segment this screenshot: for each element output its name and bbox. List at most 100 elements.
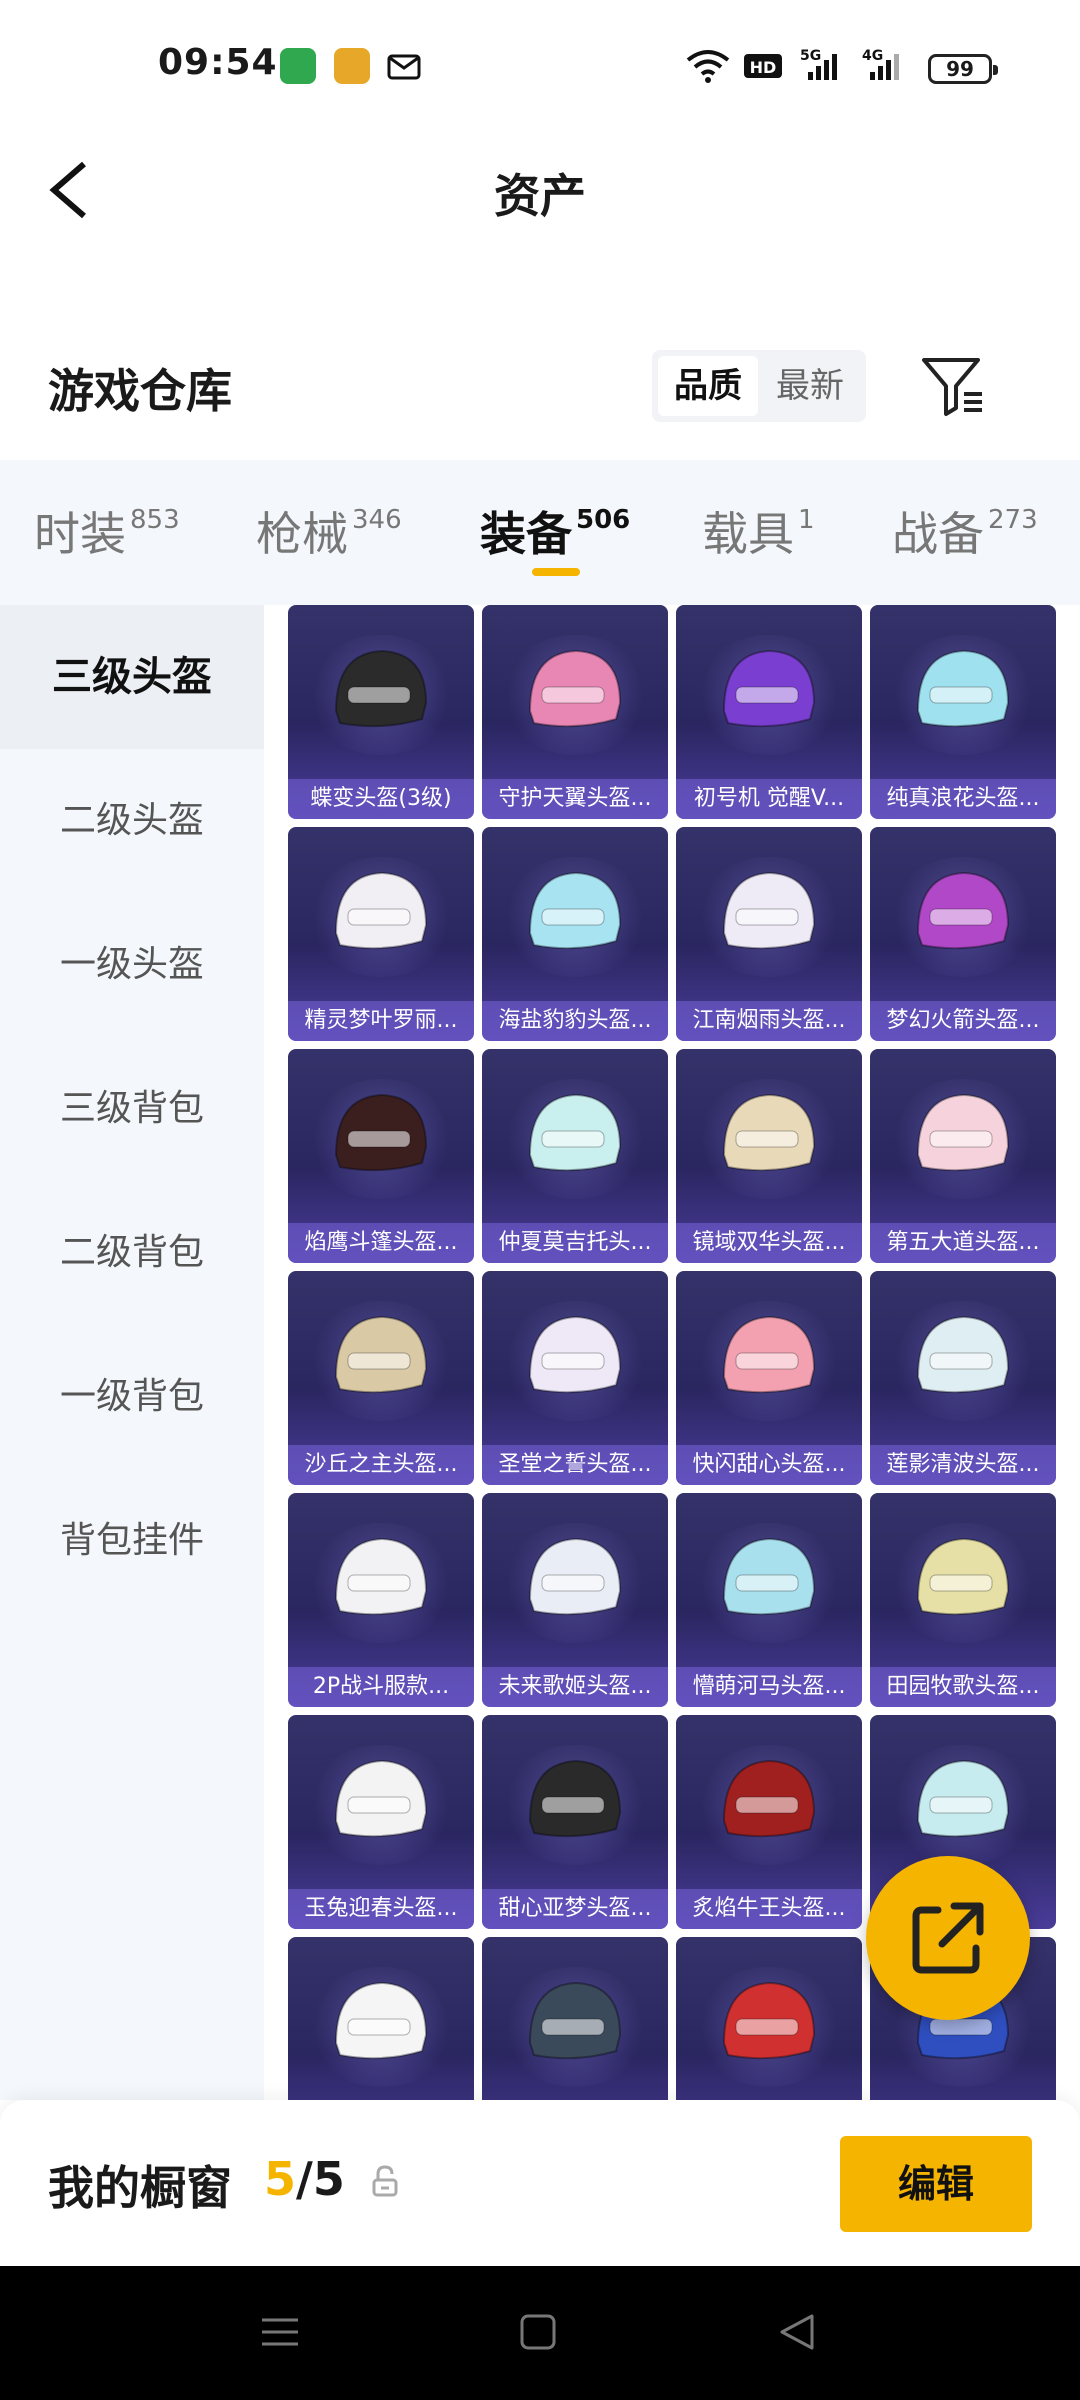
item-card[interactable]	[676, 1937, 862, 2100]
helmet-icon	[334, 649, 428, 728]
item-card[interactable]	[482, 1937, 668, 2100]
helmet-icon	[334, 1093, 428, 1172]
item-card[interactable]: 镜域双华头盔...	[676, 1049, 862, 1263]
svg-text:HD: HD	[750, 58, 777, 77]
item-card[interactable]: 梦幻火箭头盔...	[870, 827, 1056, 1041]
showcase-label: 我的橱窗	[48, 2161, 232, 2215]
item-card[interactable]: 守护天翼头盔...	[482, 605, 668, 819]
item-card[interactable]: 炙焰牛王头盔...	[676, 1715, 862, 1929]
helmet-icon	[916, 871, 1010, 950]
item-card[interactable]	[288, 1937, 474, 2100]
item-label: 仲夏莫吉托头...	[482, 1223, 668, 1263]
item-card[interactable]: 甜心亚梦头盔...	[482, 1715, 668, 1929]
wifi-icon	[686, 50, 730, 83]
item-label: 蝶变头盔(3级)	[288, 779, 474, 819]
sort-quality-button[interactable]: 品质	[658, 356, 758, 416]
item-card[interactable]: 江南烟雨头盔...	[676, 827, 862, 1041]
helmet-icon	[334, 871, 428, 950]
tab-fashion[interactable]: 时装 853	[34, 498, 180, 564]
home-icon[interactable]	[518, 2312, 558, 2352]
helmet-icon	[528, 1537, 622, 1616]
item-card[interactable]: 焰鹰斗篷头盔...	[288, 1049, 474, 1263]
item-card[interactable]: 蝶变头盔(3级)	[288, 605, 474, 819]
tab-label: 载具	[702, 507, 794, 561]
showcase-count-separator: /	[296, 2152, 313, 2206]
item-label: 未来歌姬头盔...	[482, 1667, 668, 1707]
tab-count: 273	[988, 505, 1038, 535]
item-card[interactable]: 精灵梦叶罗丽...	[288, 827, 474, 1041]
back-triangle-icon[interactable]	[774, 2310, 818, 2354]
tab-gear[interactable]: 战备 273	[892, 498, 1038, 564]
sidebar-item-backpack-lv3[interactable]: 三级背包	[0, 1037, 264, 1181]
tab-weapons[interactable]: 枪械 346	[256, 498, 402, 564]
helmet-icon	[334, 1759, 428, 1838]
item-card[interactable]: 圣堂之誓头盔...	[482, 1271, 668, 1485]
item-label: 江南烟雨头盔...	[676, 1001, 862, 1041]
item-label: 梦幻火箭头盔...	[870, 1001, 1056, 1041]
item-label: 纯真浪花头盔...	[870, 779, 1056, 819]
warehouse-title: 游戏仓库	[48, 364, 232, 418]
helmet-icon	[334, 1537, 428, 1616]
sidebar-item-helmet-lv3[interactable]: 三级头盔	[0, 605, 264, 749]
status-time: 09:54	[158, 42, 278, 83]
showcase-count-total: 5	[312, 2152, 345, 2206]
sidebar-item-backpack-charm[interactable]: 背包挂件	[0, 1469, 264, 1613]
item-label: 初号机 觉醒V...	[676, 779, 862, 819]
filter-icon[interactable]	[918, 352, 988, 422]
item-label: 镜域双华头盔...	[676, 1223, 862, 1263]
showcase-count: 5/5	[264, 2152, 345, 2206]
status-bar: 09:54 HD 5G 4G 99	[0, 0, 1080, 130]
item-card[interactable]: 懵萌河马头盔...	[676, 1493, 862, 1707]
sort-latest-button[interactable]: 最新	[760, 356, 860, 416]
menu-icon[interactable]	[258, 2312, 302, 2352]
item-card[interactable]: 海盐豹豹头盔...	[482, 827, 668, 1041]
item-card[interactable]: 田园牧歌头盔...	[870, 1493, 1056, 1707]
edit-button[interactable]: 编辑	[840, 2136, 1032, 2232]
item-card[interactable]: 初号机 觉醒V...	[676, 605, 862, 819]
battery-icon: 99	[928, 54, 998, 84]
item-label: 焰鹰斗篷头盔...	[288, 1223, 474, 1263]
item-card[interactable]: 仲夏莫吉托头...	[482, 1049, 668, 1263]
helmet-icon	[722, 1537, 816, 1616]
item-card[interactable]: 沙丘之主头盔...	[288, 1271, 474, 1485]
svg-text:5G: 5G	[800, 48, 821, 64]
category-tabs: 时装 853 枪械 346 装备 506 载具 1 战备 273	[0, 460, 1080, 605]
item-card[interactable]: 快闪甜心头盔...	[676, 1271, 862, 1485]
share-button[interactable]	[866, 1856, 1030, 2020]
helmet-icon	[722, 1315, 816, 1394]
mail-icon	[387, 54, 421, 80]
sidebar-item-helmet-lv1[interactable]: 一级头盔	[0, 893, 264, 1037]
helmet-icon	[722, 649, 816, 728]
sidebar-item-helmet-lv2[interactable]: 二级头盔	[0, 749, 264, 893]
helmet-icon	[722, 871, 816, 950]
tab-label: 时装	[34, 507, 126, 561]
helmet-icon	[334, 1981, 428, 2060]
share-external-icon	[912, 1902, 984, 1974]
item-label: 海盐豹豹头盔...	[482, 1001, 668, 1041]
tab-label: 装备	[480, 507, 572, 561]
system-nav-bar	[0, 2266, 1080, 2400]
helmet-icon	[916, 1315, 1010, 1394]
tab-equipment[interactable]: 装备 506	[480, 498, 630, 564]
tab-count: 853	[130, 505, 180, 535]
item-card[interactable]: 莲影清波头盔...	[870, 1271, 1056, 1485]
item-label: 玉兔迎春头盔...	[288, 1889, 474, 1929]
helmet-icon	[528, 1759, 622, 1838]
item-card[interactable]: 未来歌姬头盔...	[482, 1493, 668, 1707]
helmet-icon	[916, 649, 1010, 728]
helmet-icon	[722, 1759, 816, 1838]
helmet-icon	[916, 1093, 1010, 1172]
sidebar-item-backpack-lv1[interactable]: 一级背包	[0, 1325, 264, 1469]
item-label: 2P战斗服款...	[288, 1667, 474, 1707]
item-card[interactable]: 第五大道头盔...	[870, 1049, 1056, 1263]
tab-label: 枪械	[256, 507, 348, 561]
signal-4g-icon: 4G	[862, 48, 899, 80]
item-card[interactable]: 2P战斗服款...	[288, 1493, 474, 1707]
tab-count: 506	[576, 505, 631, 535]
tab-vehicles[interactable]: 载具 1	[702, 498, 815, 564]
lock-icon	[372, 2165, 398, 2197]
sidebar-item-backpack-lv2[interactable]: 二级背包	[0, 1181, 264, 1325]
item-card[interactable]: 玉兔迎春头盔...	[288, 1715, 474, 1929]
item-label: 第五大道头盔...	[870, 1223, 1056, 1263]
item-card[interactable]: 纯真浪花头盔...	[870, 605, 1056, 819]
